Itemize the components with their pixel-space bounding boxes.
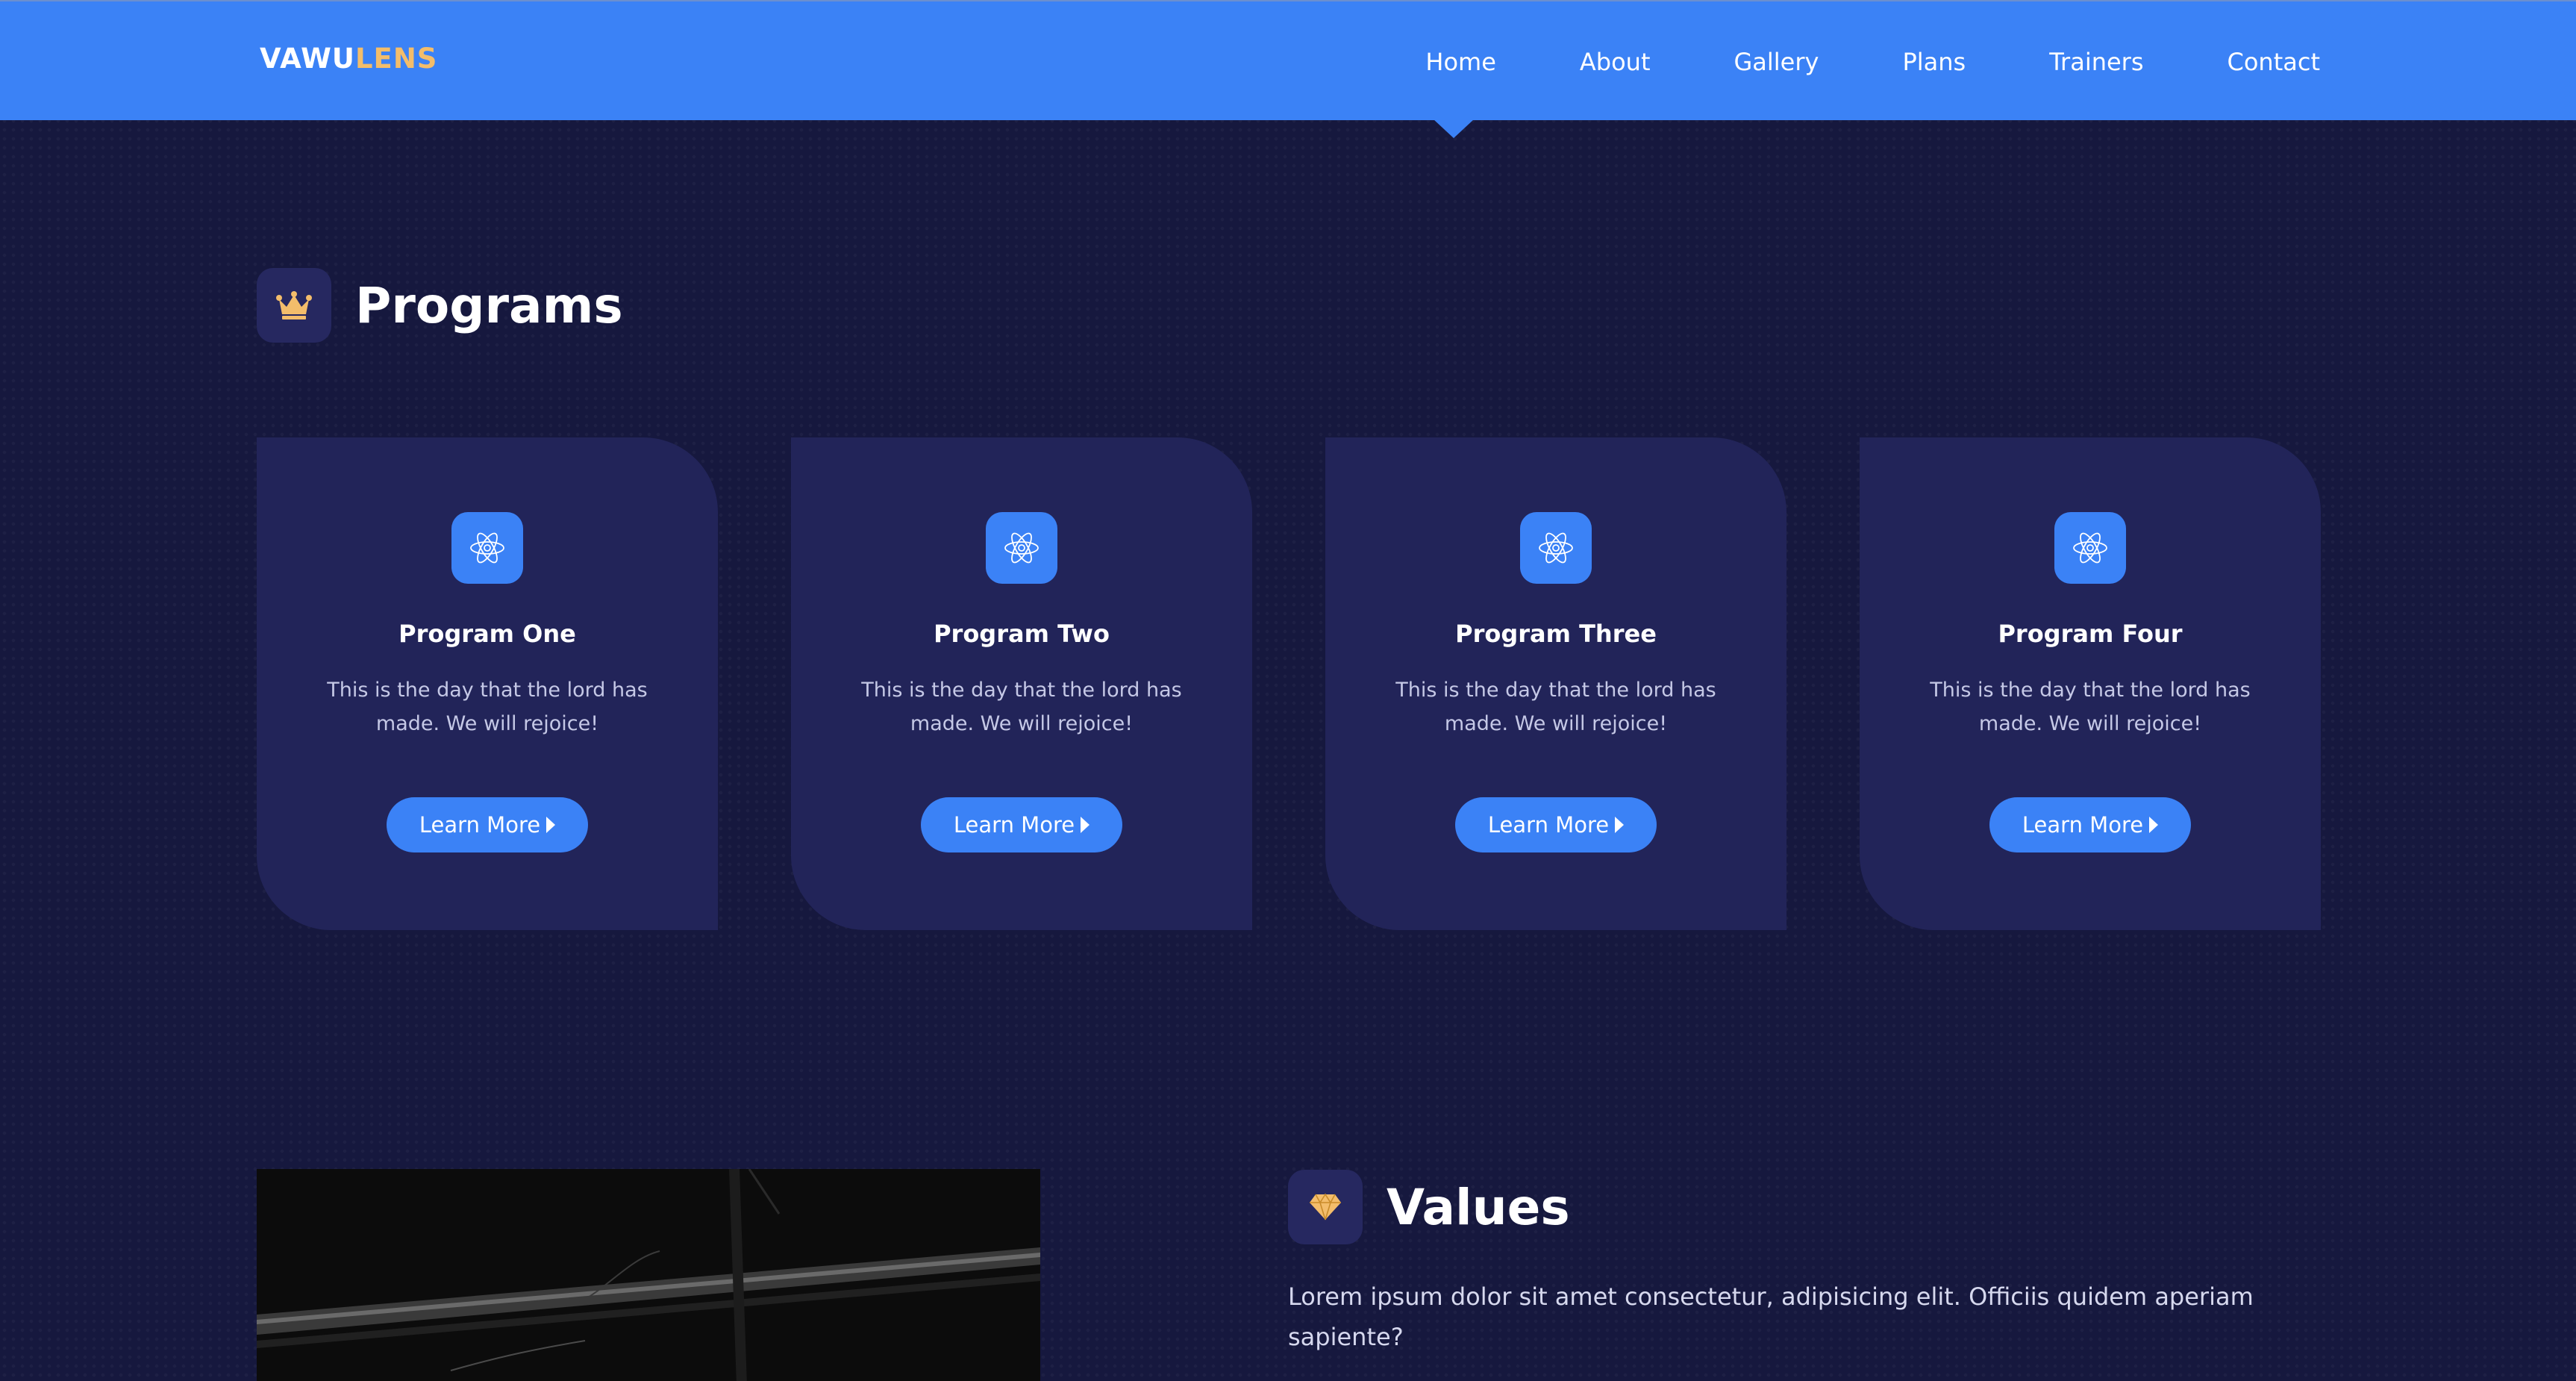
card-title: Program Two	[934, 620, 1110, 648]
programs-heading: Programs	[257, 268, 623, 343]
card-text: This is the day that the lord has made. …	[861, 679, 1182, 735]
programs-title: Programs	[355, 276, 623, 334]
caret-right-icon	[2149, 817, 2159, 833]
active-nav-indicator	[1433, 119, 1475, 138]
program-card: Program Three This is the day that the l…	[1325, 437, 1786, 930]
card-text: This is the day that the lord has made. …	[1930, 679, 2251, 735]
program-card: Program Two This is the day that the lor…	[791, 437, 1252, 930]
button-label: Learn More	[2022, 812, 2144, 838]
program-card: Program Four This is the day that the lo…	[1860, 437, 2321, 930]
program-card: Program One This is the day that the lor…	[257, 437, 718, 930]
atom-icon	[2054, 512, 2126, 584]
card-text: This is the day that the lord has made. …	[327, 679, 648, 735]
learn-more-button[interactable]: Learn More	[386, 797, 589, 852]
nav-link-home[interactable]: Home	[1425, 48, 1496, 76]
button-label: Learn More	[419, 812, 541, 838]
caret-right-icon	[1081, 817, 1090, 833]
logo[interactable]: VAWULENS	[260, 43, 437, 75]
card-title: Program Four	[1998, 620, 2183, 648]
nav-menu: Home About Gallery Plans Trainers Contac…	[1425, 1, 2320, 122]
learn-more-button[interactable]: Learn More	[1989, 797, 2192, 852]
program-cards: Program One This is the day that the lor…	[257, 437, 2321, 930]
learn-more-button[interactable]: Learn More	[1454, 797, 1657, 852]
logo-accent: LENS	[354, 43, 438, 75]
card-title: Program Three	[1455, 620, 1657, 648]
atom-icon	[1520, 512, 1592, 584]
values-title: Values	[1387, 1178, 1570, 1236]
card-title: Program One	[398, 620, 576, 648]
nav-link-contact[interactable]: Contact	[2228, 48, 2321, 76]
nav-link-plans[interactable]: Plans	[1902, 48, 1966, 76]
card-text: This is the day that the lord has made. …	[1395, 679, 1716, 735]
atom-icon	[451, 512, 523, 584]
nav-link-about[interactable]: About	[1580, 48, 1651, 76]
nav-link-gallery[interactable]: Gallery	[1734, 48, 1819, 76]
learn-more-button[interactable]: Learn More	[920, 797, 1123, 852]
button-label: Learn More	[953, 812, 1075, 838]
nav-link-trainers[interactable]: Trainers	[2049, 48, 2143, 76]
caret-right-icon	[546, 817, 556, 833]
button-label: Learn More	[1487, 812, 1610, 838]
gem-icon	[1288, 1170, 1363, 1244]
crown-icon	[257, 268, 331, 343]
logo-primary: VAWU	[260, 43, 355, 75]
values-description: Lorem ipsum dolor sit amet consectetur, …	[1288, 1282, 2254, 1351]
navbar: VAWULENS Home About Gallery Plans Traine…	[0, 0, 2576, 120]
atom-icon	[986, 512, 1057, 584]
caret-right-icon	[1615, 817, 1625, 833]
values-heading: Values	[1288, 1170, 1570, 1244]
values-image	[257, 1169, 1040, 1381]
